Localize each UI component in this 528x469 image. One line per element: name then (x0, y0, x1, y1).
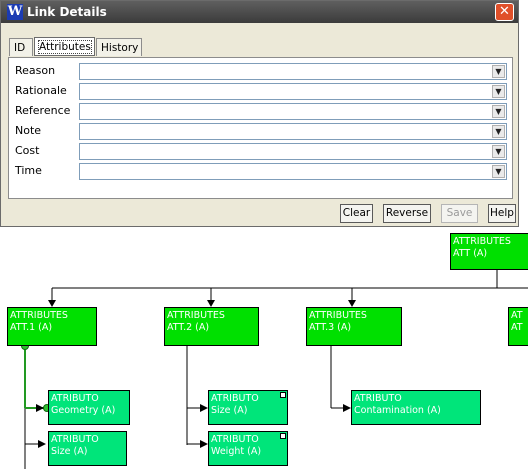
attributes-group-node[interactable]: ATTRIBUTES ATT.3 (A) (306, 307, 402, 346)
node-title: AT (511, 310, 523, 321)
atributo-node[interactable]: ATRIBUTO Size (A) (208, 390, 288, 425)
node-title: ATTRIBUTES (453, 236, 511, 247)
resize-handle-icon[interactable] (280, 433, 286, 439)
attributes-root-node[interactable]: ATTRIBUTES ATT (A) (450, 233, 528, 270)
node-title: ATRIBUTO (211, 434, 259, 445)
node-title: ATRIBUTO (51, 393, 99, 404)
atributo-node[interactable]: ATRIBUTO Contamination (A) (351, 390, 481, 425)
atributo-node[interactable]: ATRIBUTO Weight (A) (208, 431, 288, 466)
attributes-group-node[interactable]: ATTRIBUTES ATT.1 (A) (7, 307, 97, 346)
node-subtitle: ATT.1 (A) (10, 322, 53, 333)
node-title: ATRIBUTO (354, 393, 402, 404)
attributes-group-node[interactable]: ATTRIBUTES ATT.2 (A) (164, 307, 259, 346)
node-title: ATRIBUTO (211, 393, 259, 404)
node-title: ATTRIBUTES (167, 310, 225, 321)
node-title: ATTRIBUTES (309, 310, 367, 321)
resize-handle-icon[interactable] (280, 392, 286, 398)
node-subtitle: Geometry (A) (51, 405, 116, 416)
node-subtitle: Size (A) (211, 405, 248, 416)
node-subtitle: AT (511, 322, 523, 333)
node-title: ATTRIBUTES (10, 310, 68, 321)
atributo-node[interactable]: ATRIBUTO Size (A) (48, 431, 127, 466)
node-title: ATRIBUTO (51, 434, 99, 445)
node-subtitle: ATT (A) (453, 248, 488, 259)
node-subtitle: ATT.3 (A) (309, 322, 352, 333)
node-subtitle: Weight (A) (211, 446, 262, 457)
attributes-group-node[interactable]: AT AT (508, 307, 528, 346)
node-subtitle: Size (A) (51, 446, 88, 457)
node-subtitle: Contamination (A) (354, 405, 441, 416)
atributo-node[interactable]: ATRIBUTO Geometry (A) (48, 390, 130, 425)
node-subtitle: ATT.2 (A) (167, 322, 210, 333)
